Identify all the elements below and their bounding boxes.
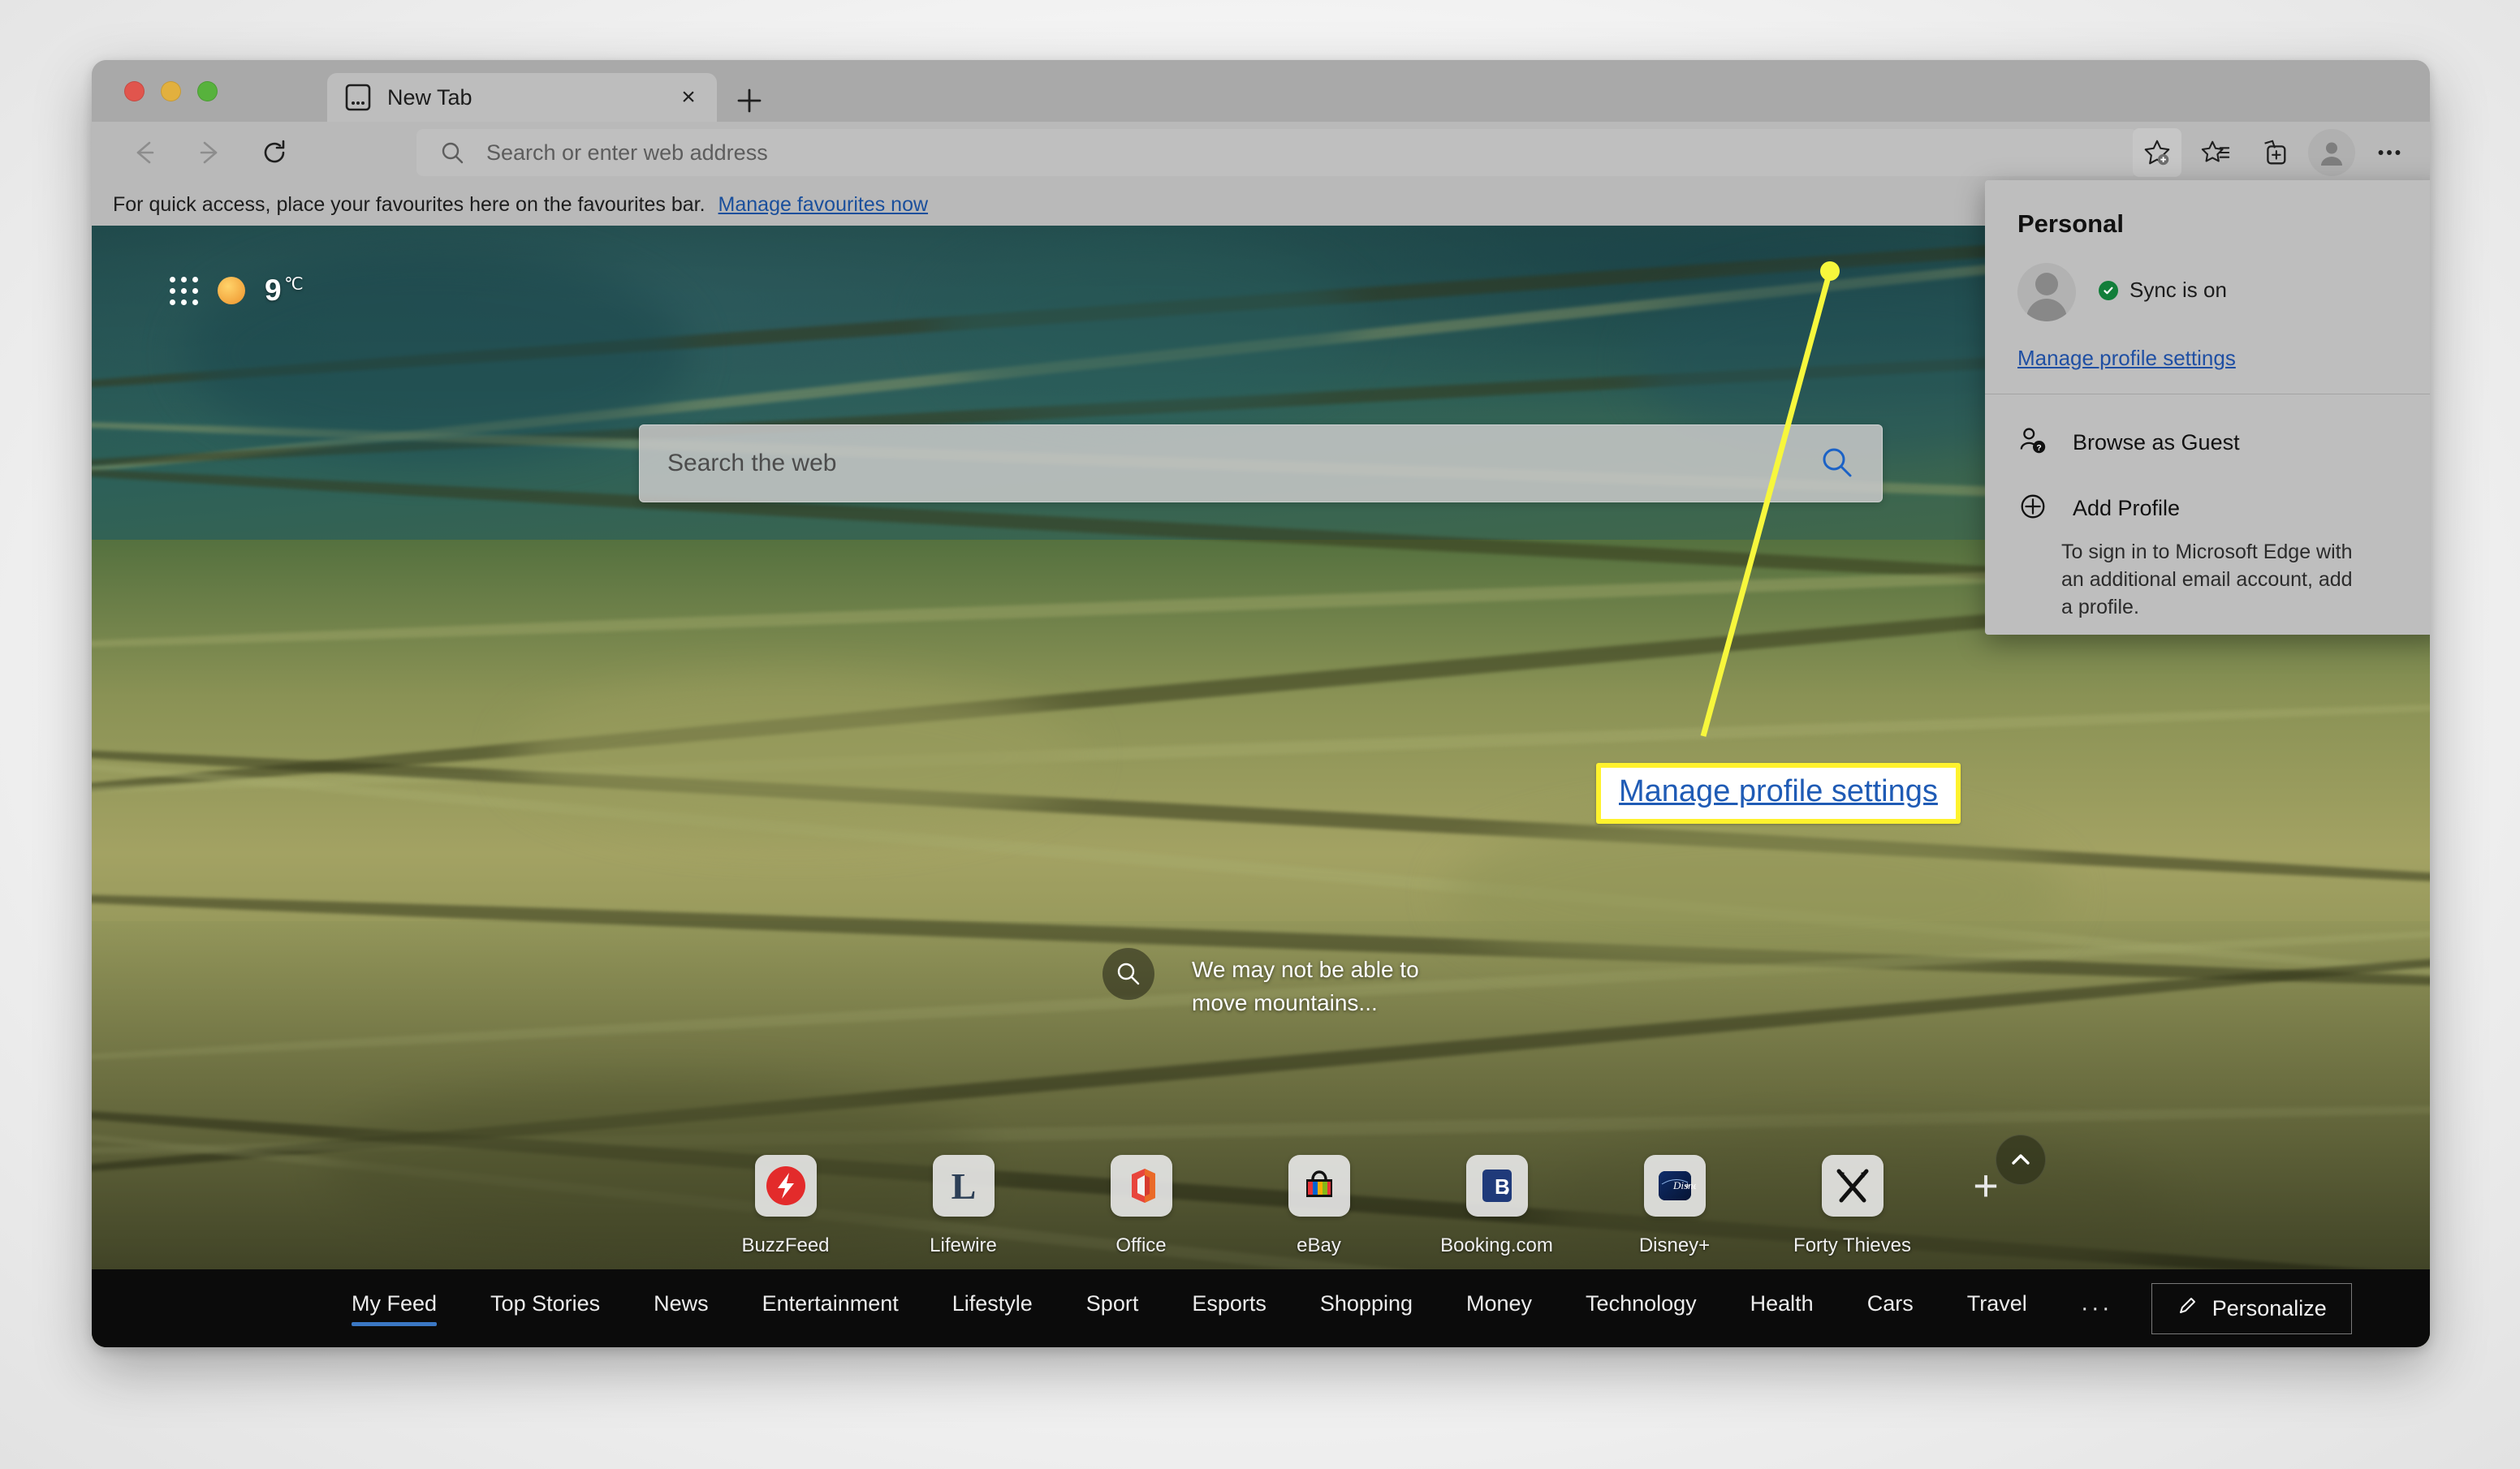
add-profile-item[interactable]: Add Profile bbox=[2017, 491, 2414, 526]
feed-tab-money[interactable]: Money bbox=[1466, 1291, 1532, 1326]
add-profile-description: To sign in to Microsoft Edge with an add… bbox=[2061, 541, 2353, 618]
feed-tab-cars[interactable]: Cars bbox=[1867, 1291, 1914, 1326]
feed-tab-shopping[interactable]: Shopping bbox=[1320, 1291, 1413, 1326]
add-circle-icon bbox=[2017, 491, 2048, 526]
profile-avatar-icon[interactable] bbox=[2308, 129, 2355, 176]
shortcut-label: eBay bbox=[1297, 1234, 1341, 1256]
address-bar[interactable]: Search or enter web address bbox=[416, 129, 2138, 176]
disney-plus-icon: Disnep+ bbox=[1643, 1155, 1706, 1217]
shortcut-label: Booking.com bbox=[1440, 1234, 1553, 1256]
shortcut-label: Disney+ bbox=[1638, 1234, 1711, 1256]
pencil-icon bbox=[2177, 1295, 2198, 1322]
shortcut-label: Office bbox=[1115, 1234, 1167, 1256]
booking-icon: B bbox=[1465, 1155, 1528, 1217]
shortcut-tile[interactable]: L Lifewire bbox=[874, 1155, 1052, 1257]
favourites-list-icon[interactable] bbox=[2191, 128, 2240, 177]
browser-window: New Tab × Search or enter web address Fo… bbox=[92, 60, 2430, 1347]
background-quote: We may not be able to move mountains... bbox=[1192, 957, 1419, 1015]
close-tab-button[interactable]: × bbox=[675, 84, 702, 111]
manage-favourites-link[interactable]: Manage favourites now bbox=[718, 193, 928, 217]
tab-title: New Tab bbox=[387, 84, 472, 110]
sync-status: Sync is on bbox=[2099, 278, 2227, 303]
new-tab-page-icon bbox=[345, 84, 371, 111]
ebay-icon bbox=[1288, 1155, 1350, 1217]
shortcut-label: BuzzFeed bbox=[741, 1234, 830, 1256]
web-search-placeholder: Search the web bbox=[667, 450, 837, 476]
feed-nav-more-button[interactable]: ··· bbox=[2081, 1295, 2112, 1322]
image-search-icon[interactable] bbox=[1102, 948, 1154, 1000]
feed-tab-entertainment[interactable]: Entertainment bbox=[762, 1291, 899, 1326]
check-circle-icon bbox=[2099, 280, 2118, 300]
annotation-callout: Manage profile settings bbox=[1596, 763, 1961, 824]
app-launcher-icon[interactable] bbox=[170, 276, 198, 305]
feed-tab-esports[interactable]: Esports bbox=[1192, 1291, 1266, 1326]
search-icon[interactable] bbox=[1819, 444, 1854, 484]
browse-as-guest-label: Browse as Guest bbox=[2073, 430, 2240, 454]
guest-user-icon: ? bbox=[2017, 425, 2048, 460]
weather-widget[interactable]: 9 ℃ bbox=[170, 274, 304, 308]
chevron-up-icon[interactable] bbox=[1996, 1135, 2046, 1185]
personalize-label: Personalize bbox=[2211, 1295, 2327, 1320]
more-options-icon[interactable] bbox=[2365, 128, 2414, 177]
svg-text:L: L bbox=[951, 1165, 976, 1207]
zoom-window-button[interactable] bbox=[197, 81, 218, 101]
close-window-button[interactable] bbox=[124, 81, 145, 101]
shortcut-tiles: BuzzFeed L Lifewire Office eBay B Bookin… bbox=[697, 1155, 2030, 1257]
title-bar: New Tab × bbox=[92, 60, 2430, 122]
feed-tab-top-stories[interactable]: Top Stories bbox=[490, 1291, 600, 1326]
sun-icon bbox=[218, 277, 245, 304]
avatar bbox=[2017, 263, 2076, 321]
weather-temperature: 9 ℃ bbox=[265, 274, 304, 307]
minimize-window-button[interactable] bbox=[161, 81, 181, 101]
feed-tab-news[interactable]: News bbox=[654, 1291, 709, 1326]
feed-category-nav: My Feed Top Stories News Entertainment L… bbox=[92, 1269, 2430, 1347]
temperature-unit: ℃ bbox=[284, 274, 304, 294]
office-icon bbox=[1110, 1155, 1172, 1217]
buzzfeed-icon bbox=[754, 1155, 817, 1217]
new-tab-button[interactable] bbox=[733, 84, 766, 117]
sync-status-label: Sync is on bbox=[2129, 278, 2227, 302]
profile-flyout-title: Personal bbox=[2017, 209, 2124, 238]
feed-tab-my-feed[interactable]: My Feed bbox=[352, 1291, 438, 1326]
collections-icon[interactable] bbox=[2250, 128, 2298, 177]
shortcut-tile[interactable]: Disnep+ Disney+ bbox=[1586, 1155, 1763, 1257]
shortcut-tile[interactable]: Office bbox=[1052, 1155, 1230, 1257]
personalize-button[interactable]: Personalize bbox=[2151, 1282, 2352, 1334]
lifewire-icon: L bbox=[932, 1155, 995, 1217]
traffic-light-buttons bbox=[124, 81, 218, 101]
manage-profile-settings-link[interactable]: Manage profile settings bbox=[2017, 346, 2414, 371]
forty-thieves-icon bbox=[1821, 1155, 1884, 1217]
feed-tab-sport[interactable]: Sport bbox=[1086, 1291, 1139, 1326]
address-bar-placeholder: Search or enter web address bbox=[486, 140, 768, 165]
shortcut-tile[interactable]: eBay bbox=[1230, 1155, 1408, 1257]
svg-text:B: B bbox=[1495, 1174, 1510, 1199]
forward-button[interactable] bbox=[186, 129, 233, 176]
feed-tab-health[interactable]: Health bbox=[1750, 1291, 1814, 1326]
feed-tab-travel[interactable]: Travel bbox=[1967, 1291, 2027, 1326]
web-search-box[interactable]: Search the web bbox=[639, 424, 1883, 502]
shortcut-label: Forty Thieves bbox=[1793, 1234, 1911, 1256]
profile-flyout-panel: Personal Sync is on Manage profile setti… bbox=[1985, 180, 2430, 635]
annotation-callout-label: Manage profile settings bbox=[1619, 774, 1938, 808]
add-favourite-star-icon[interactable] bbox=[2133, 128, 2181, 177]
feed-tab-lifestyle[interactable]: Lifestyle bbox=[952, 1291, 1033, 1326]
favourites-bar-hint: For quick access, place your favourites … bbox=[113, 192, 706, 216]
shortcut-tile[interactable]: BuzzFeed bbox=[697, 1155, 874, 1257]
search-icon bbox=[442, 142, 464, 164]
feed-tab-technology[interactable]: Technology bbox=[1586, 1291, 1697, 1326]
browser-tab[interactable]: New Tab × bbox=[327, 73, 717, 122]
reload-button[interactable] bbox=[251, 129, 298, 176]
shortcut-tile[interactable]: Forty Thieves bbox=[1763, 1155, 1941, 1257]
shortcut-label: Lifewire bbox=[930, 1234, 997, 1256]
add-profile-label: Add Profile bbox=[2073, 496, 2181, 520]
svg-text:?: ? bbox=[2036, 444, 2041, 453]
profile-account-row: Sync is on bbox=[2017, 263, 2414, 321]
browse-as-guest-item[interactable]: ? Browse as Guest bbox=[2017, 425, 2414, 460]
shortcut-tile[interactable]: B Booking.com bbox=[1408, 1155, 1586, 1257]
toolbar-actions bbox=[2133, 128, 2414, 177]
back-button[interactable] bbox=[121, 129, 168, 176]
browser-toolbar: Search or enter web address bbox=[92, 122, 2430, 183]
